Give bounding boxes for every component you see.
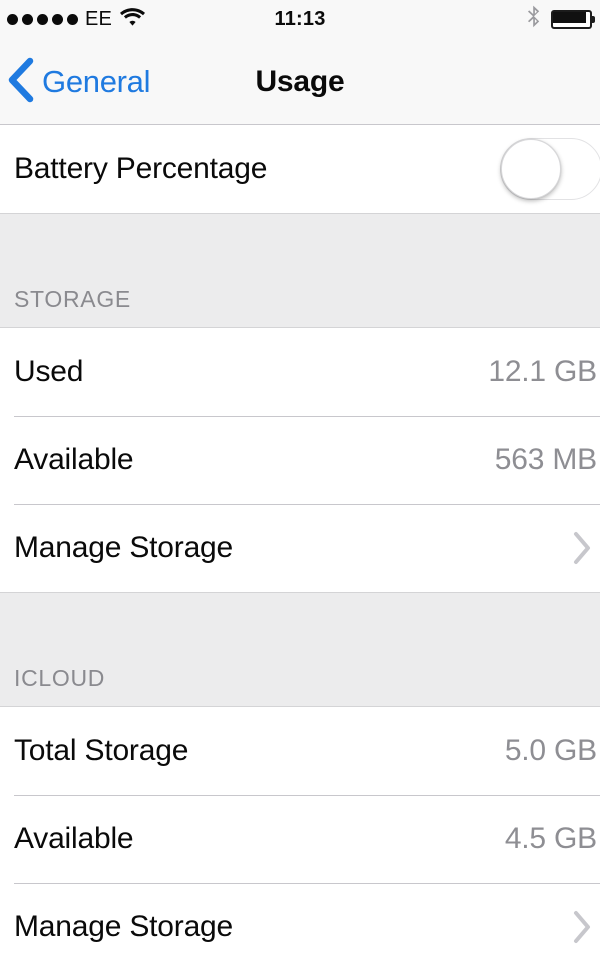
battery-full-icon [551, 9, 595, 29]
signal-dot [7, 13, 18, 25]
clock-label: 11:13 [274, 7, 326, 30]
section-header-icloud: ICLOUD [0, 592, 600, 707]
signal-strength-dots [7, 13, 78, 25]
signal-dot [52, 13, 63, 25]
status-bar-left: EE [0, 7, 146, 32]
page-title: Usage [255, 64, 345, 98]
row-value: 12.1 GB [488, 355, 597, 388]
row-label: Used [14, 355, 84, 388]
status-bar-right [527, 5, 600, 33]
toggle-knob [501, 139, 561, 199]
row-value: 5.0 GB [504, 734, 597, 767]
bluetooth-icon [527, 5, 542, 33]
row-battery-percentage[interactable]: Battery Percentage [0, 125, 600, 213]
section-header-label: STORAGE [14, 286, 131, 312]
row-value: 4.5 GB [504, 822, 597, 855]
row-label: Available [14, 822, 134, 855]
signal-dot [22, 13, 33, 25]
battery-percentage-toggle[interactable] [500, 138, 600, 200]
back-button-label: General [42, 63, 151, 99]
iphone-screen: EE 11:13 General Usage Battery Percentag… [0, 0, 600, 960]
carrier-label: EE [85, 8, 113, 30]
chevron-right-icon [572, 531, 597, 565]
row-label: Available [14, 443, 134, 476]
chevron-right-icon [572, 910, 597, 944]
section-header-storage: STORAGE [0, 213, 600, 328]
row-storage-available[interactable]: Available 563 MB [0, 416, 600, 504]
battery-percentage-group: Battery Percentage [0, 125, 600, 213]
signal-dot [37, 13, 48, 25]
icloud-group: Total Storage 5.0 GB Available 4.5 GB Ma… [0, 707, 600, 960]
signal-dot [67, 13, 78, 25]
status-bar: EE 11:13 [0, 0, 600, 38]
settings-table: Battery Percentage STORAGE Used 12.1 GB … [0, 125, 600, 960]
storage-group: Used 12.1 GB Available 563 MB Manage Sto… [0, 328, 600, 592]
row-icloud-total-storage[interactable]: Total Storage 5.0 GB [0, 707, 600, 795]
row-icloud-manage-storage[interactable]: Manage Storage [0, 883, 600, 960]
navigation-bar: General Usage [0, 38, 600, 125]
row-storage-used[interactable]: Used 12.1 GB [0, 328, 600, 416]
row-label: Total Storage [14, 734, 189, 767]
row-label: Battery Percentage [14, 152, 268, 185]
row-label: Manage Storage [14, 910, 234, 943]
chevron-left-icon [6, 57, 36, 106]
row-label: Manage Storage [14, 531, 234, 564]
back-button[interactable]: General [0, 57, 150, 106]
wifi-icon [119, 7, 146, 32]
row-icloud-available[interactable]: Available 4.5 GB [0, 795, 600, 883]
row-value: 563 MB [494, 443, 597, 476]
section-header-label: ICLOUD [14, 665, 106, 691]
row-storage-manage-storage[interactable]: Manage Storage [0, 504, 600, 592]
